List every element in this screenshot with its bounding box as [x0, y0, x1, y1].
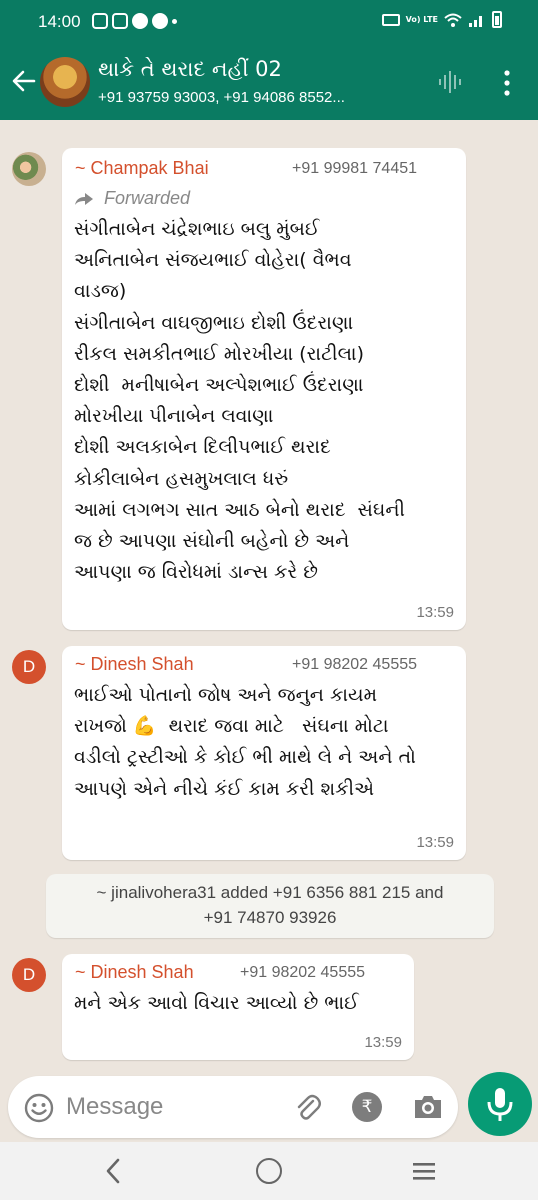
message-bubble[interactable]: ~ Champak Bhai +91 99981 74451 Forwarded…	[62, 148, 466, 630]
message-time: 13:59	[416, 604, 454, 621]
sender-phone: +91 98202 45555	[292, 656, 418, 673]
more-options-icon[interactable]	[502, 70, 512, 96]
message-line: દોશી મનીષાબેન અલ્પેશભાઈ ઉંદરાણા	[74, 374, 364, 397]
nav-recents-icon[interactable]	[411, 1160, 437, 1182]
message-line: કોકીલાબેન હસમુખલાલ ધરું	[74, 467, 289, 490]
sender-avatar[interactable]: D	[12, 958, 46, 992]
sender-avatar[interactable]	[12, 152, 46, 186]
signal-icon	[469, 15, 482, 27]
nav-back-icon[interactable]	[100, 1156, 128, 1186]
group-title[interactable]: થાકે તે થરાદ નહીં 02	[98, 57, 282, 82]
camera-icon[interactable]	[412, 1092, 444, 1122]
group-avatar[interactable]	[40, 57, 90, 107]
sender-name[interactable]: ~ Dinesh Shah	[75, 962, 194, 983]
message-bubble[interactable]: ~ Dinesh Shah +91 98202 45555 મને એક આવો…	[62, 954, 414, 1060]
message-line: આપણા જ વિરોધમાં ડાન્સ કરે છે	[74, 561, 318, 584]
forward-icon	[75, 193, 93, 205]
message-time: 13:59	[416, 834, 454, 851]
nav-home-icon[interactable]	[256, 1158, 282, 1184]
message-line: સંગીતાબેન વાઘજીભાઇ દોશી ઉંદરાણા	[74, 311, 354, 334]
status-system-icons: Vo) LTE	[381, 11, 502, 28]
message-line: અનિતાબેન સંજયભાઈ વોહેરા( વૈભવ	[74, 249, 352, 272]
mic-button[interactable]	[468, 1072, 532, 1136]
voice-chat-icon[interactable]	[436, 68, 464, 96]
message-text: મને એક આવો વિચાર આવ્યો છે ભાઈ	[74, 992, 359, 1014]
chat-header: થાકે તે થરાદ નહીં 02 +91 93759 93003, +9…	[0, 44, 538, 120]
rupee-icon[interactable]: ₹	[352, 1092, 382, 1122]
message-input[interactable]: Message	[66, 1093, 163, 1121]
sender-avatar[interactable]: D	[12, 650, 46, 684]
messenger-icon	[132, 13, 148, 29]
instagram-icon	[112, 13, 128, 29]
group-members[interactable]: +91 93759 93003, +91 94086 8552...	[98, 89, 345, 106]
message-line: સંગીતાબેન ચંદ્રેશભાઇ બલુ મુંબઈ	[74, 218, 320, 240]
message-line: વડીલો ટ્રસ્ટીઓ કે કોઈ ભી માથે લે ને અને …	[74, 746, 416, 769]
mic-icon[interactable]	[468, 1072, 532, 1136]
message-line: ભાઈઓ પોતાનો જોષ અને જનુન કાયમ	[74, 684, 378, 706]
notification-dot	[172, 19, 177, 24]
chat-area[interactable]: ~ Champak Bhai +91 99981 74451 Forwarded…	[0, 120, 538, 1072]
message-line: જ છે આપણા સંઘોની બહેનો છે અને	[74, 530, 350, 553]
wifi-icon	[444, 13, 462, 27]
message-time: 13:59	[364, 1034, 402, 1051]
message-line: આમાં લગભગ સાત આઠ બેનો થરાદ સંઘની	[74, 498, 405, 521]
emoji-icon[interactable]	[24, 1093, 54, 1123]
network-label: Vo) LTE	[405, 14, 438, 24]
sender-phone: +91 99981 74451	[292, 160, 418, 177]
system-message: ~ jinalivohera31 added +91 6356 881 215 …	[46, 874, 494, 938]
vibrate-icon	[381, 13, 400, 26]
forwarded-label: Forwarded	[104, 188, 191, 208]
battery-icon	[492, 11, 502, 28]
attach-icon[interactable]	[293, 1092, 323, 1122]
status-bar: 14:00 Vo) LTE	[0, 0, 538, 44]
message-bubble[interactable]: ~ Dinesh Shah +91 98202 45555 ભાઈઓ પોતાન…	[62, 646, 466, 860]
instagram-icon	[92, 13, 108, 29]
message-line: રીકલ સમકીતભાઈ મોરખીયા (રાટીલા)	[74, 342, 364, 365]
sender-phone: +91 98202 45555	[240, 964, 366, 981]
system-message-line: ~ jinalivohera31 added +91 6356 881 215 …	[96, 883, 444, 902]
sender-name[interactable]: ~ Champak Bhai	[75, 158, 209, 179]
message-line: વાડજ)	[74, 280, 127, 303]
compose-bar: Message ₹	[0, 1072, 538, 1142]
message-input-box[interactable]: Message ₹	[8, 1076, 458, 1138]
message-text: સંગીતાબેન ચંદ્રેશભાઇ બલુ મુંબઈ અનિતાબેન …	[74, 214, 458, 588]
system-message-line: +91 74870 93926	[203, 908, 337, 927]
message-text: ભાઈઓ પોતાનો જોષ અને જનુન કાયમ રાખજો 💪 થર…	[74, 680, 462, 805]
message-line: રાખજો 💪 થરાદ જવા માટે સંઘના મોટા	[74, 715, 389, 738]
status-time: 14:00	[38, 12, 81, 31]
message-line: આપણે એને નીચે કંઈ કામ કરી શકીએ	[74, 777, 375, 800]
messenger-icon	[152, 13, 168, 29]
back-arrow-icon[interactable]	[10, 67, 38, 95]
system-nav-bar	[0, 1142, 538, 1200]
message-line: દોશી અલકાબેન દિલીપભાઈ થરાદ	[74, 436, 331, 459]
message-line: મોરખીયા પીનાબેન લવાણા	[74, 405, 274, 428]
sender-name[interactable]: ~ Dinesh Shah	[75, 654, 194, 675]
status-notification-icons	[92, 13, 177, 29]
